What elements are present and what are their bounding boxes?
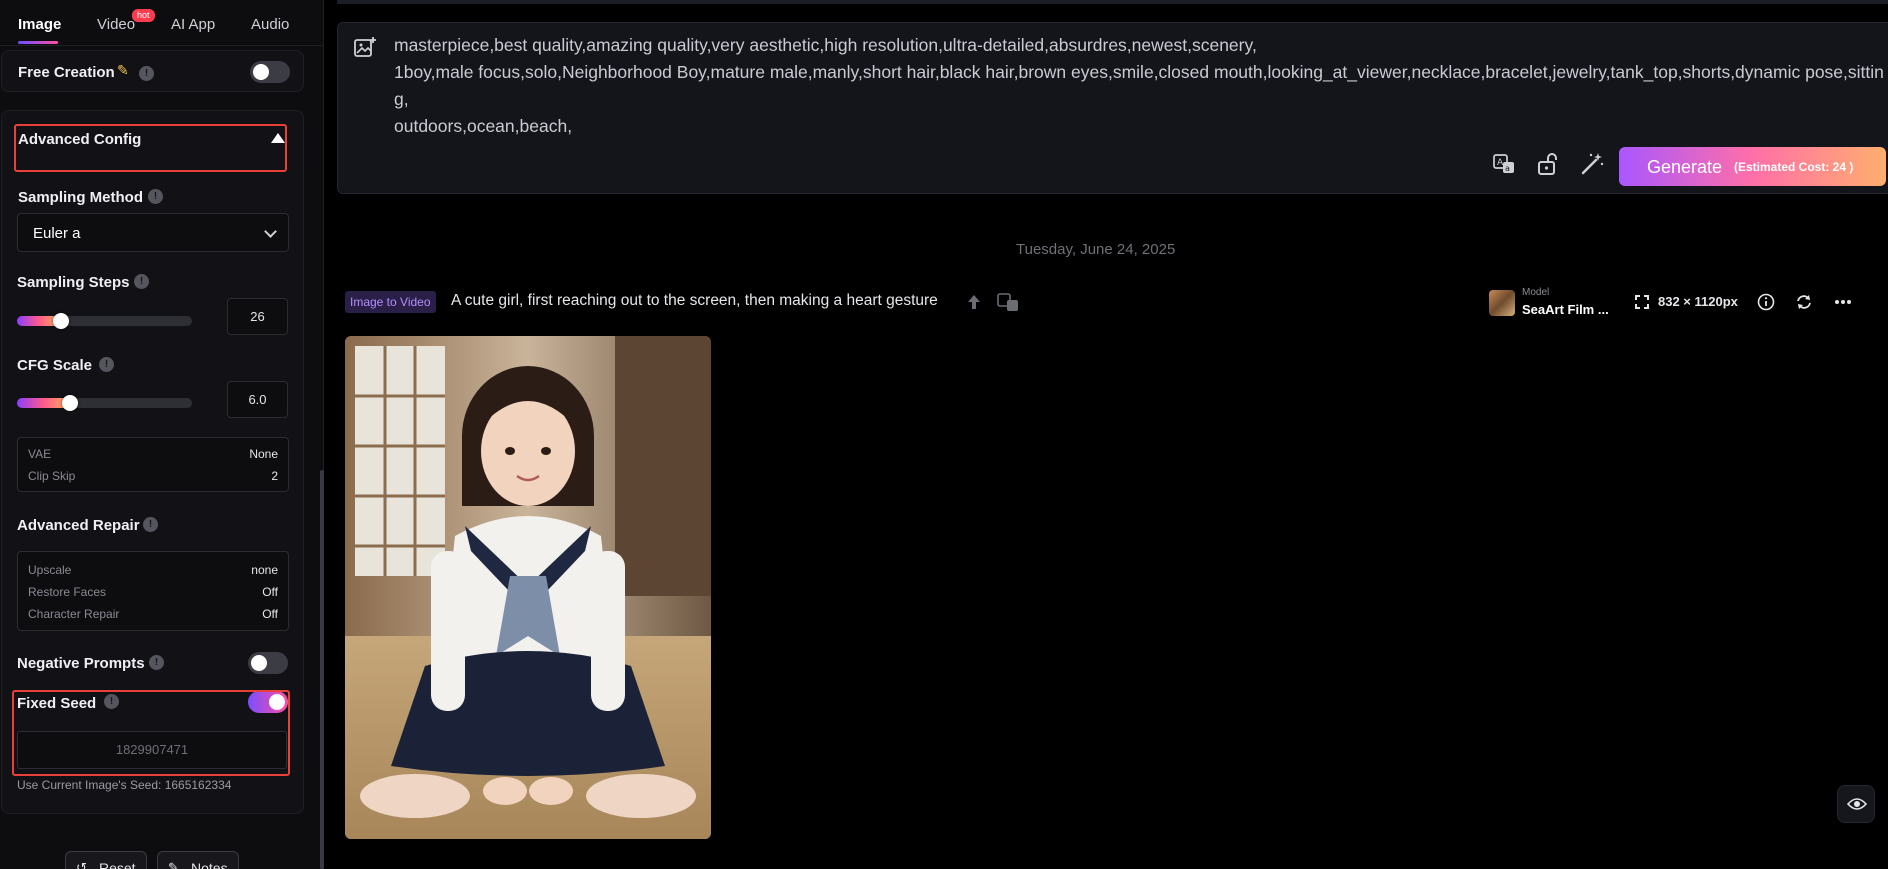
restore-faces-key: Restore Faces: [28, 585, 107, 599]
sampling-method-select[interactable]: Euler a: [17, 213, 289, 252]
top-border: [337, 0, 1888, 4]
translate-icon[interactable]: A a: [1491, 151, 1517, 177]
cfg-scale-slider[interactable]: [17, 398, 192, 408]
eye-icon: [1847, 798, 1867, 810]
prompt-textarea[interactable]: masterpiece,best quality,amazing quality…: [394, 32, 1884, 140]
sampling-method-value: Euler a: [33, 225, 81, 242]
clip-skip-key: Clip Skip: [28, 469, 76, 483]
clip-skip-value: 2: [271, 469, 278, 483]
svg-text:a: a: [1505, 164, 1510, 173]
preview-toggle-button[interactable]: [1837, 785, 1875, 823]
translate-icon[interactable]: [996, 292, 1020, 312]
tab-video[interactable]: Video: [97, 16, 135, 33]
cfg-scale-label: CFG Scale: [17, 357, 93, 374]
sidebar: Image Video hot AI App Audio Free Creati…: [0, 0, 324, 869]
sampling-steps-slider[interactable]: [17, 316, 192, 326]
tab-image[interactable]: Image: [18, 16, 61, 33]
free-creation-toggle[interactable]: [250, 61, 290, 83]
sparkle-icon: ✎: [117, 62, 129, 78]
chevron-down-icon: [264, 225, 277, 238]
free-creation-label: Free Creation: [18, 64, 115, 81]
refresh-icon[interactable]: [1795, 293, 1813, 311]
sampling-steps-thumb[interactable]: [52, 313, 69, 329]
cfg-scale-thumb[interactable]: [61, 395, 78, 411]
free-creation-card: Free Creation ✎ !: [1, 50, 304, 92]
upscale-value: none: [251, 563, 278, 577]
estimated-cost: (Estimated Cost: 24 ): [1734, 160, 1854, 174]
fixed-seed-info-icon[interactable]: !: [104, 694, 119, 709]
tab-audio[interactable]: Audio: [251, 16, 289, 33]
model-name[interactable]: SeaArt Film ...: [1522, 302, 1609, 317]
image-plus-icon[interactable]: [353, 36, 377, 60]
vae-key: VAE: [28, 447, 52, 461]
advanced-config-title[interactable]: Advanced Config: [18, 131, 141, 148]
cfg-scale-input[interactable]: 6.0: [227, 381, 288, 418]
free-creation-info-icon[interactable]: !: [139, 66, 154, 81]
image-to-video-badge[interactable]: Image to Video: [345, 291, 436, 313]
character-repair-value: Off: [262, 607, 278, 621]
reset-icon: ↺: [76, 860, 87, 869]
prompt-panel: masterpiece,best quality,amazing quality…: [337, 22, 1888, 194]
notes-label: Notes: [191, 860, 228, 869]
sampling-steps-input[interactable]: 26: [227, 298, 288, 335]
cfg-scale-info-icon[interactable]: !: [99, 357, 114, 372]
unlock-icon[interactable]: [1535, 151, 1561, 177]
model-thumbnail[interactable]: [1489, 290, 1515, 316]
upscale-key: Upscale: [28, 563, 72, 577]
seed-input[interactable]: 1829907471: [17, 731, 287, 769]
arrow-up-icon[interactable]: [964, 292, 984, 312]
sidebar-scrollbar[interactable]: [320, 470, 324, 869]
image-dimensions: 832 × 1120px: [1658, 294, 1738, 309]
collapse-triangle-icon[interactable]: [271, 133, 285, 143]
sampling-steps-info-icon[interactable]: !: [134, 274, 149, 289]
expand-icon: [1635, 295, 1649, 309]
magic-wand-icon[interactable]: [1579, 151, 1605, 177]
negative-prompts-label: Negative Prompts: [17, 655, 145, 672]
notes-button[interactable]: ✎ Notes: [157, 851, 239, 869]
tab-ai-app[interactable]: AI App: [171, 16, 215, 33]
info-icon[interactable]: [1757, 293, 1775, 311]
negative-prompts-info-icon[interactable]: !: [149, 655, 164, 670]
active-tab-indicator: [18, 41, 58, 44]
advanced-repair-label: Advanced Repair: [17, 517, 140, 534]
result-prompt: A cute girl, first reaching out to the s…: [451, 292, 938, 309]
model-settings-box[interactable]: VAE None Clip Skip 2: [17, 437, 289, 492]
date-header: Tuesday, June 24, 2025: [1016, 241, 1176, 258]
vae-value: None: [249, 447, 278, 461]
more-icon[interactable]: [1833, 293, 1853, 311]
svg-text:A: A: [1497, 158, 1504, 168]
model-caption: Model: [1522, 287, 1550, 298]
use-current-seed-link[interactable]: Use Current Image's Seed: 1665162334: [17, 778, 231, 792]
generated-image[interactable]: [345, 336, 711, 839]
reset-button[interactable]: ↺ Reset: [65, 851, 147, 869]
character-repair-key: Character Repair: [28, 607, 120, 621]
generate-label: Generate: [1647, 157, 1723, 177]
advanced-repair-info-icon[interactable]: !: [143, 517, 158, 532]
generate-button[interactable]: Generate (Estimated Cost: 24 ): [1619, 147, 1886, 186]
negative-prompts-toggle[interactable]: [248, 652, 288, 674]
sampling-steps-label: Sampling Steps: [17, 274, 130, 291]
reset-label: Reset: [99, 860, 136, 869]
advanced-repair-box[interactable]: Upscale none Restore Faces Off Character…: [17, 551, 289, 631]
fixed-seed-toggle[interactable]: [248, 691, 288, 713]
restore-faces-value: Off: [262, 585, 278, 599]
sampling-method-label: Sampling Method: [18, 189, 143, 206]
hot-badge: hot: [132, 9, 155, 22]
mode-tabs: Image Video hot AI App Audio: [0, 0, 324, 46]
fixed-seed-label: Fixed Seed: [17, 695, 97, 712]
sampling-method-info-icon[interactable]: !: [148, 189, 163, 204]
notes-icon: ✎: [168, 860, 179, 869]
